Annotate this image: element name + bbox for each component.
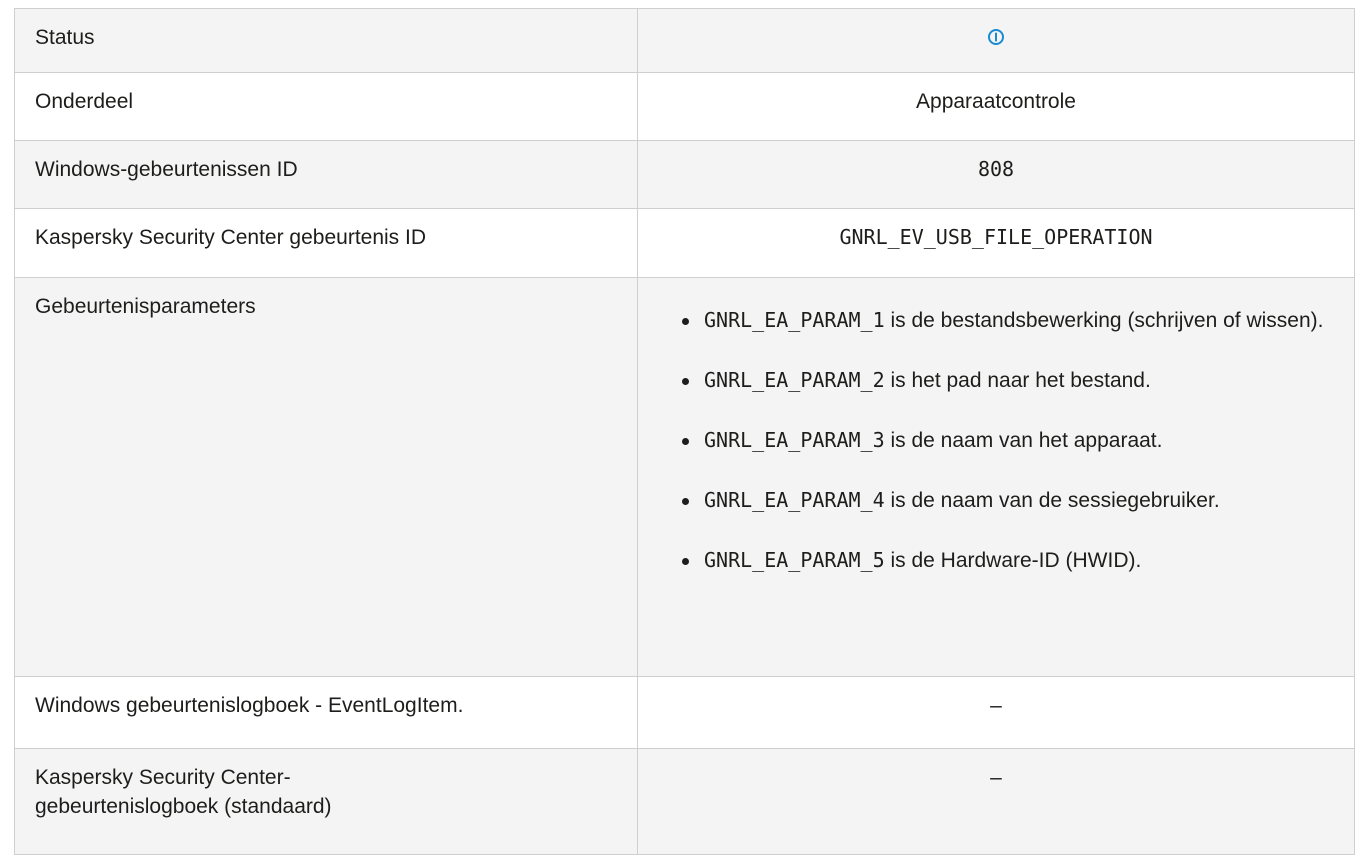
param-text: is de bestandsbewerking (schrijven of wi… [884, 309, 1324, 332]
param-code: GNRL_EA_PARAM_3 [704, 428, 885, 452]
table-row-status: Status [14, 8, 1355, 73]
list-item: GNRL_EA_PARAM_1 is de bestandsbewerking … [678, 305, 1354, 336]
list-item: GNRL_EA_PARAM_3 is de naam van het appar… [678, 425, 1354, 456]
info-circle-icon [987, 25, 1005, 45]
param-code: GNRL_EA_PARAM_1 [704, 308, 885, 332]
param-text: is de naam van het apparaat. [884, 429, 1163, 452]
status-label: Status [14, 8, 638, 73]
param-text: is de naam van de sessiegebruiker. [884, 489, 1220, 512]
table-row-onderdeel: Onderdeel Apparaatcontrole [14, 72, 1355, 141]
param-code: GNRL_EA_PARAM_4 [704, 488, 885, 512]
table-row-windows-event-log: Windows gebeurtenislogboek - EventLogIte… [14, 676, 1355, 749]
windows-event-id-value: 808 [637, 140, 1355, 209]
parameters-label: Gebeurtenisparameters [14, 277, 638, 677]
status-value [637, 8, 1355, 73]
windows-event-log-value: – [637, 676, 1355, 749]
windows-event-id-label: Windows-gebeurtenissen ID [14, 140, 638, 209]
onderdeel-value: Apparaatcontrole [637, 72, 1355, 141]
table-row-ksc-event-log: Kaspersky Security Center-gebeurtenislog… [14, 748, 1355, 855]
table-row-ksc-event-id: Kaspersky Security Center gebeurtenis ID… [14, 208, 1355, 278]
table-row-parameters: Gebeurtenisparameters GNRL_EA_PARAM_1 is… [14, 277, 1355, 677]
ksc-event-log-value: – [637, 748, 1355, 855]
ksc-event-id-value: GNRL_EV_USB_FILE_OPERATION [637, 208, 1355, 278]
param-code: GNRL_EA_PARAM_5 [704, 548, 885, 572]
parameters-value: GNRL_EA_PARAM_1 is de bestandsbewerking … [637, 277, 1355, 677]
parameter-list: GNRL_EA_PARAM_1 is de bestandsbewerking … [638, 278, 1354, 576]
event-details-table: Status Onderdeel Apparaatcontrole Window… [14, 8, 1355, 855]
onderdeel-label: Onderdeel [14, 72, 638, 141]
ksc-event-log-label: Kaspersky Security Center-gebeurtenislog… [14, 748, 638, 855]
list-item: GNRL_EA_PARAM_4 is de naam van de sessie… [678, 485, 1354, 516]
table-row-windows-event-id: Windows-gebeurtenissen ID 808 [14, 140, 1355, 209]
windows-event-log-label: Windows gebeurtenislogboek - EventLogIte… [14, 676, 638, 749]
param-code: GNRL_EA_PARAM_2 [704, 368, 885, 392]
param-text: is het pad naar het bestand. [884, 369, 1151, 392]
list-item: GNRL_EA_PARAM_5 is de Hardware-ID (HWID)… [678, 545, 1354, 576]
param-text: is de Hardware-ID (HWID). [884, 549, 1142, 572]
ksc-event-id-label: Kaspersky Security Center gebeurtenis ID [14, 208, 638, 278]
list-item: GNRL_EA_PARAM_2 is het pad naar het best… [678, 365, 1354, 396]
